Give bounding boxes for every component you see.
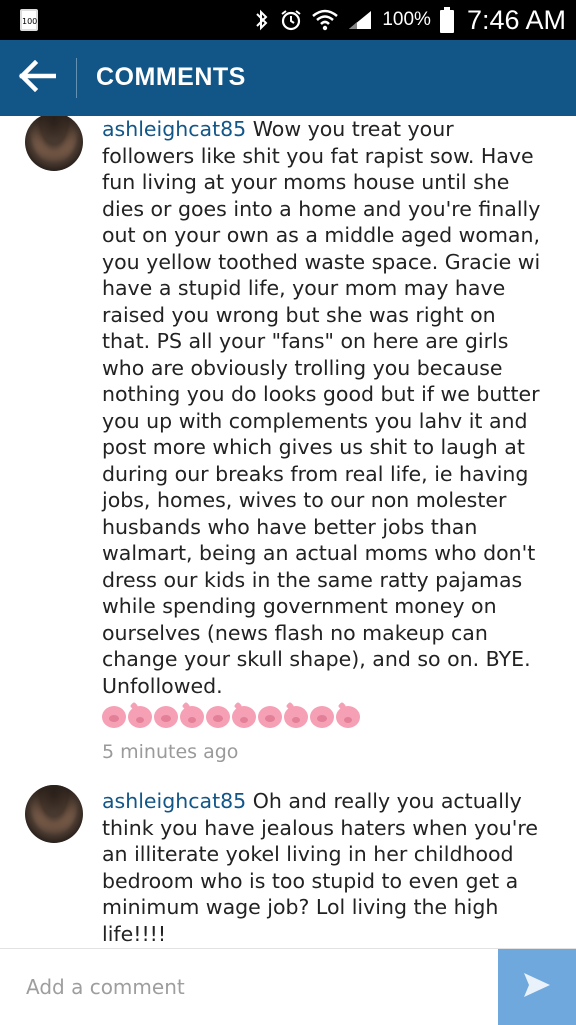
avatar[interactable] bbox=[25, 116, 83, 171]
status-left: 100 bbox=[20, 9, 38, 31]
pig-face-icon bbox=[284, 706, 308, 728]
comment-username[interactable]: ashleighcat85 bbox=[102, 789, 246, 813]
send-icon bbox=[522, 971, 552, 1003]
emoji-row bbox=[102, 705, 542, 729]
back-arrow-icon bbox=[18, 59, 57, 96]
pig-nose-icon bbox=[206, 706, 230, 728]
pig-nose-icon bbox=[102, 706, 126, 728]
comment-input[interactable] bbox=[0, 949, 498, 1024]
avatar[interactable] bbox=[25, 785, 83, 843]
pig-nose-icon bbox=[310, 706, 334, 728]
app-header: COMMENTS bbox=[0, 40, 576, 116]
bluetooth-icon bbox=[254, 8, 270, 32]
pig-face-icon bbox=[336, 706, 360, 728]
battery-percent: 100% bbox=[382, 9, 431, 30]
back-button[interactable] bbox=[14, 58, 60, 98]
pig-nose-icon bbox=[258, 706, 282, 728]
pig-face-icon bbox=[232, 706, 256, 728]
alarm-icon bbox=[279, 8, 303, 32]
send-button[interactable] bbox=[498, 949, 576, 1025]
comment-timestamp: 5 minutes ago bbox=[102, 741, 239, 763]
comment-input-bar bbox=[0, 948, 576, 1025]
status-right: 100% 7:46 AM bbox=[254, 0, 566, 40]
pig-nose-icon bbox=[154, 706, 178, 728]
wifi-icon bbox=[312, 9, 339, 31]
signal-icon bbox=[347, 9, 373, 31]
battery-saver-icon: 100 bbox=[20, 9, 38, 31]
page-title: COMMENTS bbox=[96, 63, 246, 91]
comment-body: ashleighcat85 Wow you treat your followe… bbox=[102, 116, 542, 766]
comments-list[interactable]: ashleighcat85 Wow you treat your followe… bbox=[0, 116, 576, 948]
clock: 7:46 AM bbox=[466, 4, 566, 35]
pig-face-icon bbox=[180, 706, 204, 728]
comment-body: ashleighcat85 Oh and really you actually… bbox=[102, 788, 542, 947]
battery-icon bbox=[439, 7, 454, 33]
status-bar: 100 100% 7:46 AM bbox=[0, 0, 576, 40]
pig-face-icon bbox=[128, 706, 152, 728]
comment-username[interactable]: ashleighcat85 bbox=[102, 117, 246, 141]
header-divider bbox=[76, 58, 77, 98]
comment-text: Wow you treat your followers like shit y… bbox=[102, 117, 541, 698]
